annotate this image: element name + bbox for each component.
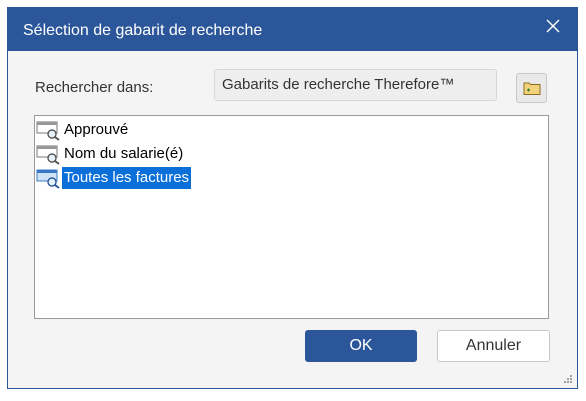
list-item-nom-du-salarie[interactable]: Nom du salarie(é): [36, 142, 185, 166]
dialog-title: Sélection de gabarit de recherche: [23, 22, 263, 39]
search-template-dialog: Sélection de gabarit de recherche Recher…: [7, 7, 578, 389]
close-icon: [546, 19, 560, 33]
search-location-field[interactable]: Gabarits de recherche Therefore™: [214, 69, 497, 101]
resize-grip-icon[interactable]: [563, 374, 573, 384]
close-button[interactable]: [529, 8, 577, 44]
browse-folder-button[interactable]: [516, 73, 547, 103]
ok-button[interactable]: OK: [305, 330, 417, 362]
cancel-button[interactable]: Annuler: [437, 330, 550, 362]
list-item-toutes-les-factures[interactable]: Toutes les factures: [36, 166, 192, 190]
title-bar: Sélection de gabarit de recherche: [8, 8, 577, 51]
search-template-icon: [36, 169, 60, 189]
list-item-label: Nom du salarie(é): [64, 145, 184, 162]
search-template-icon: [36, 121, 60, 141]
list-item-label: Approuvé: [64, 121, 129, 138]
template-list[interactable]: Approuvé Nom du salarie(é) Toutes les fa…: [34, 115, 549, 319]
search-in-label: Rechercher dans:: [35, 79, 154, 96]
search-template-icon: [36, 145, 60, 165]
list-item-label: Toutes les factures: [62, 167, 192, 189]
list-item-approuve[interactable]: Approuvé: [36, 118, 130, 142]
folder-icon: [523, 82, 540, 95]
